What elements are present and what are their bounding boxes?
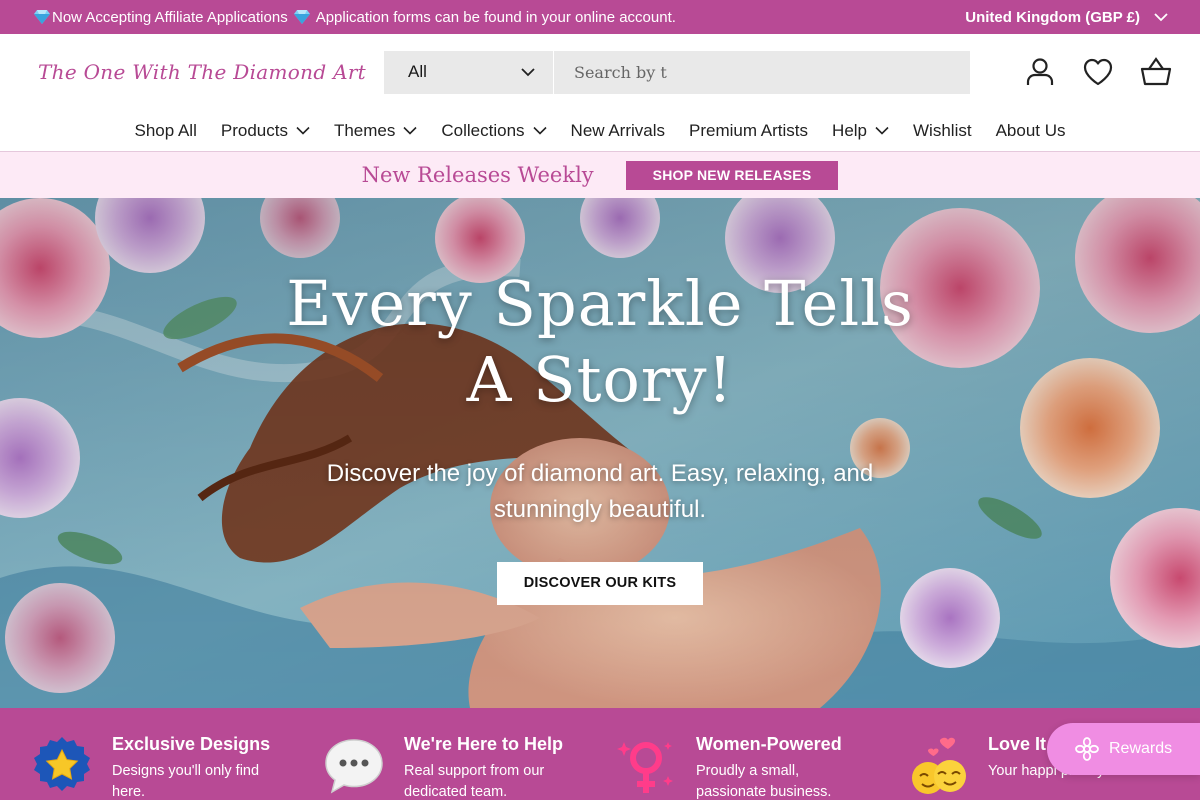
- feature-title: We're Here to Help: [404, 734, 563, 754]
- nav-label: Products: [220, 120, 288, 140]
- region-selector[interactable]: United Kingdom (GBP £): [965, 9, 1168, 26]
- nav-label: New Arrivals: [570, 120, 666, 140]
- nav-label: Themes: [333, 120, 396, 140]
- main-nav: Shop All Products Themes Collections New…: [0, 110, 1200, 152]
- feature-item: Women-Powered Proudly a small, passionat…: [616, 708, 908, 800]
- region-label: United Kingdom (GBP £): [965, 8, 1140, 26]
- wishlist-heart-icon[interactable]: [1082, 56, 1114, 88]
- cart-basket-icon[interactable]: [1140, 56, 1172, 88]
- site-header: The One With The Diamond Art All: [0, 34, 1200, 110]
- feature-title: Women-Powered: [696, 734, 842, 754]
- nav-item-shop-all[interactable]: Shop All: [122, 121, 208, 141]
- flower-icon: [1075, 737, 1099, 761]
- header-actions: [1024, 56, 1172, 88]
- search-input[interactable]: [554, 50, 970, 94]
- nav-item-about-us[interactable]: About Us: [984, 121, 1078, 141]
- hero-title: Every Sparkle Tells A Story!: [0, 266, 1200, 418]
- feature-item: Exclusive Designs Designs you'll only fi…: [32, 708, 324, 800]
- gem-icon: [293, 10, 310, 24]
- feature-item: We're Here to Help Real support from our…: [324, 708, 616, 800]
- nav-label: Wishlist: [913, 120, 972, 140]
- rewards-label: Rewards: [1109, 740, 1173, 757]
- feature-desc: Designs you'll only find here.: [112, 763, 260, 800]
- announcement-bar: Now Accepting Affiliate Applications App…: [0, 0, 1200, 34]
- rewards-button[interactable]: Rewards: [1047, 723, 1200, 775]
- star-badge-icon: [34, 737, 90, 791]
- female-sign-icon: [617, 742, 673, 793]
- chevron-down-icon: [875, 126, 889, 135]
- search-bar: All: [384, 50, 970, 94]
- nav-item-wishlist[interactable]: Wishlist: [901, 121, 984, 141]
- hero-title-line2: A Story!: [466, 343, 734, 416]
- chevron-down-icon: [296, 126, 310, 135]
- search-category-label: All: [408, 62, 427, 81]
- gem-icon: [34, 10, 50, 24]
- feature-title: Exclusive Designs: [112, 734, 271, 754]
- hero-banner: Every Sparkle Tells A Story! Discover th…: [0, 198, 1200, 708]
- nav-label: About Us: [995, 120, 1066, 140]
- hugging-face-icon: [912, 737, 966, 794]
- search-category-select[interactable]: All: [384, 50, 554, 94]
- nav-item-help[interactable]: Help: [820, 121, 901, 141]
- promo-strip: New Releases Weekly SHOP NEW RELEASES: [0, 152, 1200, 198]
- feature-desc: Proudly a small, passionate business.: [696, 763, 832, 800]
- logo[interactable]: The One With The Diamond Art: [38, 60, 384, 84]
- feature-text: We're Here to Help Real support from our…: [404, 734, 574, 800]
- announcement-text-part2: Application forms can be found in your o…: [315, 8, 676, 26]
- nav-label: Collections: [441, 120, 525, 140]
- hero-subtitle: Discover the joy of diamond art. Easy, r…: [326, 460, 874, 523]
- hero-title-line1: Every Sparkle Tells: [286, 267, 914, 340]
- nav-item-new-arrivals[interactable]: New Arrivals: [559, 121, 677, 141]
- announcement-text: Now Accepting Affiliate Applications App…: [32, 9, 676, 26]
- nav-item-collections[interactable]: Collections: [429, 121, 558, 141]
- nav-item-themes[interactable]: Themes: [322, 121, 429, 141]
- feature-desc: Real support from our dedicated team.: [404, 763, 545, 800]
- chevron-down-icon: [532, 126, 547, 135]
- nav-label: Premium Artists: [689, 120, 809, 140]
- chevron-down-icon: [403, 126, 417, 135]
- chevron-down-icon: [1154, 12, 1168, 21]
- shop-new-releases-button[interactable]: SHOP NEW RELEASES: [625, 160, 839, 190]
- nav-label: Help: [832, 120, 868, 140]
- discover-kits-button[interactable]: DISCOVER OUR KITS: [496, 562, 704, 605]
- hero-content: Every Sparkle Tells A Story! Discover th…: [0, 266, 1200, 605]
- chevron-down-icon: [521, 67, 535, 76]
- features-bar: Exclusive Designs Designs you'll only fi…: [0, 708, 1200, 800]
- nav-label: Shop All: [134, 120, 197, 140]
- nav-item-premium-artists[interactable]: Premium Artists: [677, 121, 820, 141]
- feature-text: Women-Powered Proudly a small, passionat…: [696, 734, 866, 800]
- promo-text: New Releases Weekly: [361, 163, 594, 187]
- account-icon[interactable]: [1024, 56, 1056, 88]
- announcement-text-part1: Now Accepting Affiliate Applications: [52, 8, 288, 26]
- nav-item-products[interactable]: Products: [209, 121, 322, 141]
- speech-bubble-icon: [325, 739, 383, 794]
- feature-text: Exclusive Designs Designs you'll only fi…: [112, 734, 282, 800]
